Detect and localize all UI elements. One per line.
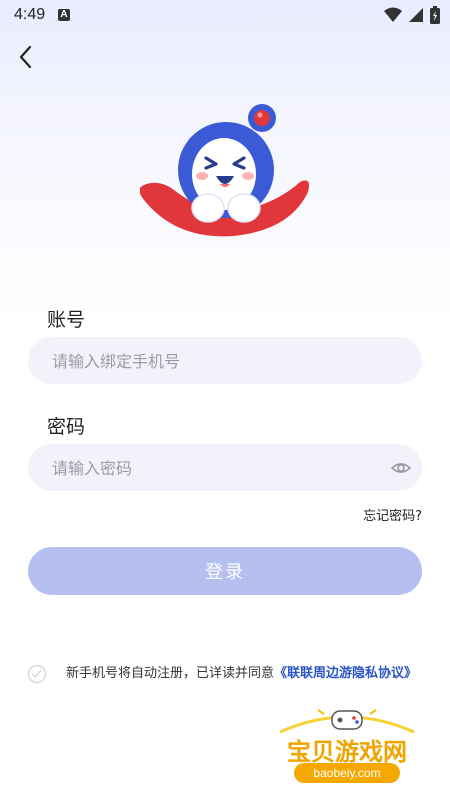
watermark-title: 宝贝游戏网 [287,738,407,766]
agreement-text: 新手机号将自动注册，已详读并同意《联联周边游隐私协议》 [66,662,422,686]
login-button[interactable]: 登录 [28,547,422,595]
wifi-icon [384,7,402,22]
account-input[interactable] [50,337,374,386]
password-input[interactable] [50,444,374,493]
forgot-password-link[interactable]: 忘记密码? [363,505,422,524]
watermark-url: baobeiy.com [294,763,400,783]
account-field[interactable] [28,337,422,386]
password-label: 密码 [47,416,86,438]
watermark: 宝贝游戏网 baobeiy.com [272,706,422,796]
notification-icon: A [58,9,70,21]
mascot-logo [140,104,309,237]
password-field[interactable] [28,444,422,493]
status-bar: 4:49 A [0,0,450,32]
back-button[interactable] [12,42,42,72]
privacy-policy-link[interactable]: 《联联周边游隐私协议》 [274,666,417,681]
account-label: 账号 [47,309,86,331]
eye-icon[interactable] [390,457,412,479]
signal-icon [409,8,423,22]
agreement-checkbox[interactable] [28,665,46,683]
battery-icon [430,6,440,24]
status-time: 4:49 [14,6,46,23]
status-icons [384,6,440,24]
agreement-label: 新手机号将自动注册，已详读并同意 [66,666,275,681]
chevron-left-icon [19,45,32,69]
